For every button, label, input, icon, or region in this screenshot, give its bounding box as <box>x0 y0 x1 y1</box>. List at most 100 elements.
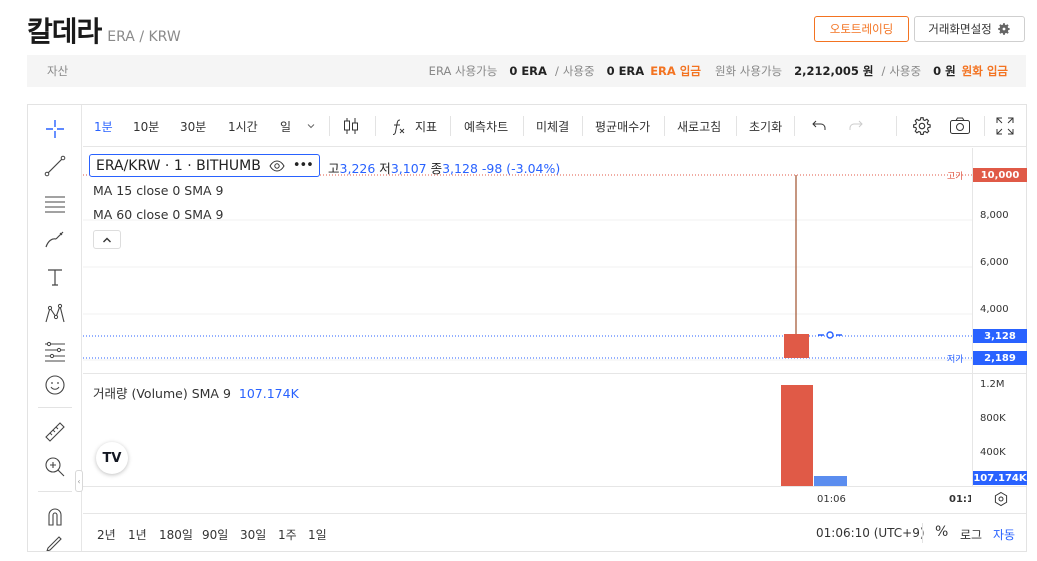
redo-icon[interactable] <box>848 105 864 147</box>
low-price-tag: 2,189 <box>973 351 1027 365</box>
range-30d[interactable]: 30일 <box>240 526 266 543</box>
chart-frame: ‹ 1분 10분 30분 1시간 일 지표 예측차트 미체결 평균매수가 새로고… <box>27 104 1027 552</box>
candle-style-icon[interactable] <box>341 105 361 147</box>
trend-line-icon[interactable] <box>41 152 69 180</box>
magnet-icon[interactable] <box>41 503 69 531</box>
auto-toggle[interactable]: 자동 <box>993 526 1015 543</box>
asset-label: 자산 <box>47 64 69 78</box>
more-icon[interactable]: ••• <box>293 158 314 173</box>
low-value: 3,107 <box>390 161 427 176</box>
reset-button[interactable]: 초기화 <box>749 105 782 147</box>
chevron-up-icon <box>103 237 111 242</box>
ruler-icon[interactable] <box>41 418 69 446</box>
chart-toolbar: 1분 10분 30분 1시간 일 지표 예측차트 미체결 평균매수가 새로고침 … <box>83 105 1026 147</box>
pattern-icon[interactable] <box>41 300 69 328</box>
interval-day[interactable]: 일 <box>280 105 291 147</box>
range-180d[interactable]: 180일 <box>159 526 193 543</box>
collapse-toolbar-handle[interactable]: ‹ <box>75 470 83 492</box>
high-label: 고가 <box>947 172 964 182</box>
krw-available-label: 원화 사용가능 <box>714 64 783 78</box>
era-available-value: 0 ERA <box>509 64 547 78</box>
pencil-lock-icon[interactable] <box>41 535 69 551</box>
ohlc-readout: 고3,226 저3,107 종3,128 -98 (-3.04%) <box>328 161 561 176</box>
range-1d[interactable]: 1일 <box>308 526 327 543</box>
brush-icon[interactable] <box>41 226 69 254</box>
price-scale[interactable]: 10,000 8,000 6,000 4,000 3,128 2,189 1.2… <box>972 148 1027 486</box>
krw-available-value: 2,212,005 원 <box>794 64 874 78</box>
interval-1h[interactable]: 1시간 <box>228 105 258 147</box>
era-in-use-label: 사용중 <box>562 64 595 78</box>
asset-bar: 자산 ERA 사용가능 0 ERA / 사용중 0 ERA ERA 입금 원화 … <box>27 55 1026 87</box>
time-axis[interactable]: 01:06 01:10 <box>83 486 1026 513</box>
refresh-button[interactable]: 새로고침 <box>677 105 721 147</box>
ma-15-legend[interactable]: MA 15 close 0 SMA 9 <box>93 183 223 198</box>
log-toggle[interactable]: 로그 <box>960 526 982 543</box>
current-price-tag: 3,128 <box>973 329 1027 343</box>
settings-icon[interactable] <box>912 105 932 147</box>
function-icon <box>392 119 405 135</box>
era-available-label: ERA 사용가능 <box>428 64 498 78</box>
screen-settings-label: 거래화면설정 <box>928 22 992 36</box>
time-axis-settings-icon[interactable] <box>993 491 1009 510</box>
range-bar: 2년 1년 180일 90일 30일 1주 1일 01:06:10 (UTC+9… <box>83 513 1026 551</box>
price-tick: 8,000 <box>980 210 1009 221</box>
screen-settings-button[interactable]: 거래화면설정 <box>914 16 1025 42</box>
volume-tick: 800K <box>980 413 1006 424</box>
symbol-legend[interactable]: ERA/KRW · 1 · BITHUMB ••• <box>89 154 320 177</box>
candle-body <box>784 334 809 358</box>
tradingview-logo[interactable]: TV <box>96 442 128 474</box>
price-tick: 4,000 <box>980 304 1009 315</box>
interval-30m[interactable]: 30분 <box>180 105 206 147</box>
price-tick: 6,000 <box>980 257 1009 268</box>
interval-1m[interactable]: 1분 <box>94 105 113 147</box>
krw-in-use-label: 사용중 <box>889 64 922 78</box>
volume-tag: 107.174K <box>973 471 1027 485</box>
indicator-button[interactable]: 지표 <box>389 105 437 147</box>
change-value: -98 (-3.04%) <box>481 161 561 176</box>
emoji-icon[interactable] <box>41 371 69 399</box>
low-label: 저가 <box>947 355 964 365</box>
interval-dropdown-icon[interactable] <box>306 105 316 147</box>
coin-name: 칼데라 <box>27 15 102 48</box>
unfilled-button[interactable]: 미체결 <box>536 105 569 147</box>
forecast-button[interactable]: 예측차트 <box>464 105 508 147</box>
fullscreen-icon[interactable] <box>996 105 1014 147</box>
gear-icon <box>997 23 1010 35</box>
collapse-legend-button[interactable] <box>93 230 121 249</box>
era-in-use-value: 0 ERA <box>606 64 645 78</box>
range-1w[interactable]: 1주 <box>278 526 297 543</box>
volume-pane[interactable]: 거래량 (Volume) SMA 9 107.174K <box>83 375 972 487</box>
zoom-in-icon[interactable] <box>41 453 69 481</box>
volume-tick: 400K <box>980 447 1006 458</box>
percent-toggle[interactable]: % <box>935 524 948 540</box>
symbol-label: ERA/KRW · 1 · BITHUMB <box>96 157 261 174</box>
camera-icon[interactable] <box>949 105 971 147</box>
drawing-toolbar <box>28 105 82 551</box>
volume-tick: 1.2M <box>980 379 1005 390</box>
text-icon[interactable] <box>41 263 69 291</box>
krw-in-use-value: 0 원 <box>933 64 956 78</box>
ma-60-legend[interactable]: MA 60 close 0 SMA 9 <box>93 207 223 222</box>
fib-settings-icon[interactable] <box>41 337 69 365</box>
clock-timezone[interactable]: 01:06:10 (UTC+9) <box>816 526 925 540</box>
era-deposit-link[interactable]: ERA 입금 <box>650 63 701 79</box>
avg-price-button[interactable]: 평균매수가 <box>595 105 650 147</box>
range-2y[interactable]: 2년 <box>97 526 116 543</box>
time-label: 01:10 <box>949 494 971 505</box>
high-price-tag: 10,000 <box>973 168 1027 182</box>
horizontal-lines-icon[interactable] <box>41 189 69 217</box>
range-1y[interactable]: 1년 <box>128 526 147 543</box>
volume-legend[interactable]: 거래량 (Volume) SMA 9 107.174K <box>93 383 299 402</box>
crosshair-icon[interactable] <box>41 115 69 143</box>
eye-icon[interactable] <box>269 159 285 172</box>
krw-deposit-link[interactable]: 원화 입금 <box>962 63 1008 79</box>
page-title: 칼데라 ERA / KRW <box>27 10 181 50</box>
time-label: 01:06 <box>817 494 846 505</box>
auto-trading-button[interactable]: 오토트레이딩 <box>814 16 909 42</box>
pair-name: ERA / KRW <box>107 29 181 45</box>
close-value: 3,128 <box>442 161 478 176</box>
range-90d[interactable]: 90일 <box>202 526 228 543</box>
indicator-label: 지표 <box>415 119 438 134</box>
interval-10m[interactable]: 10분 <box>133 105 159 147</box>
undo-icon[interactable] <box>811 105 827 147</box>
